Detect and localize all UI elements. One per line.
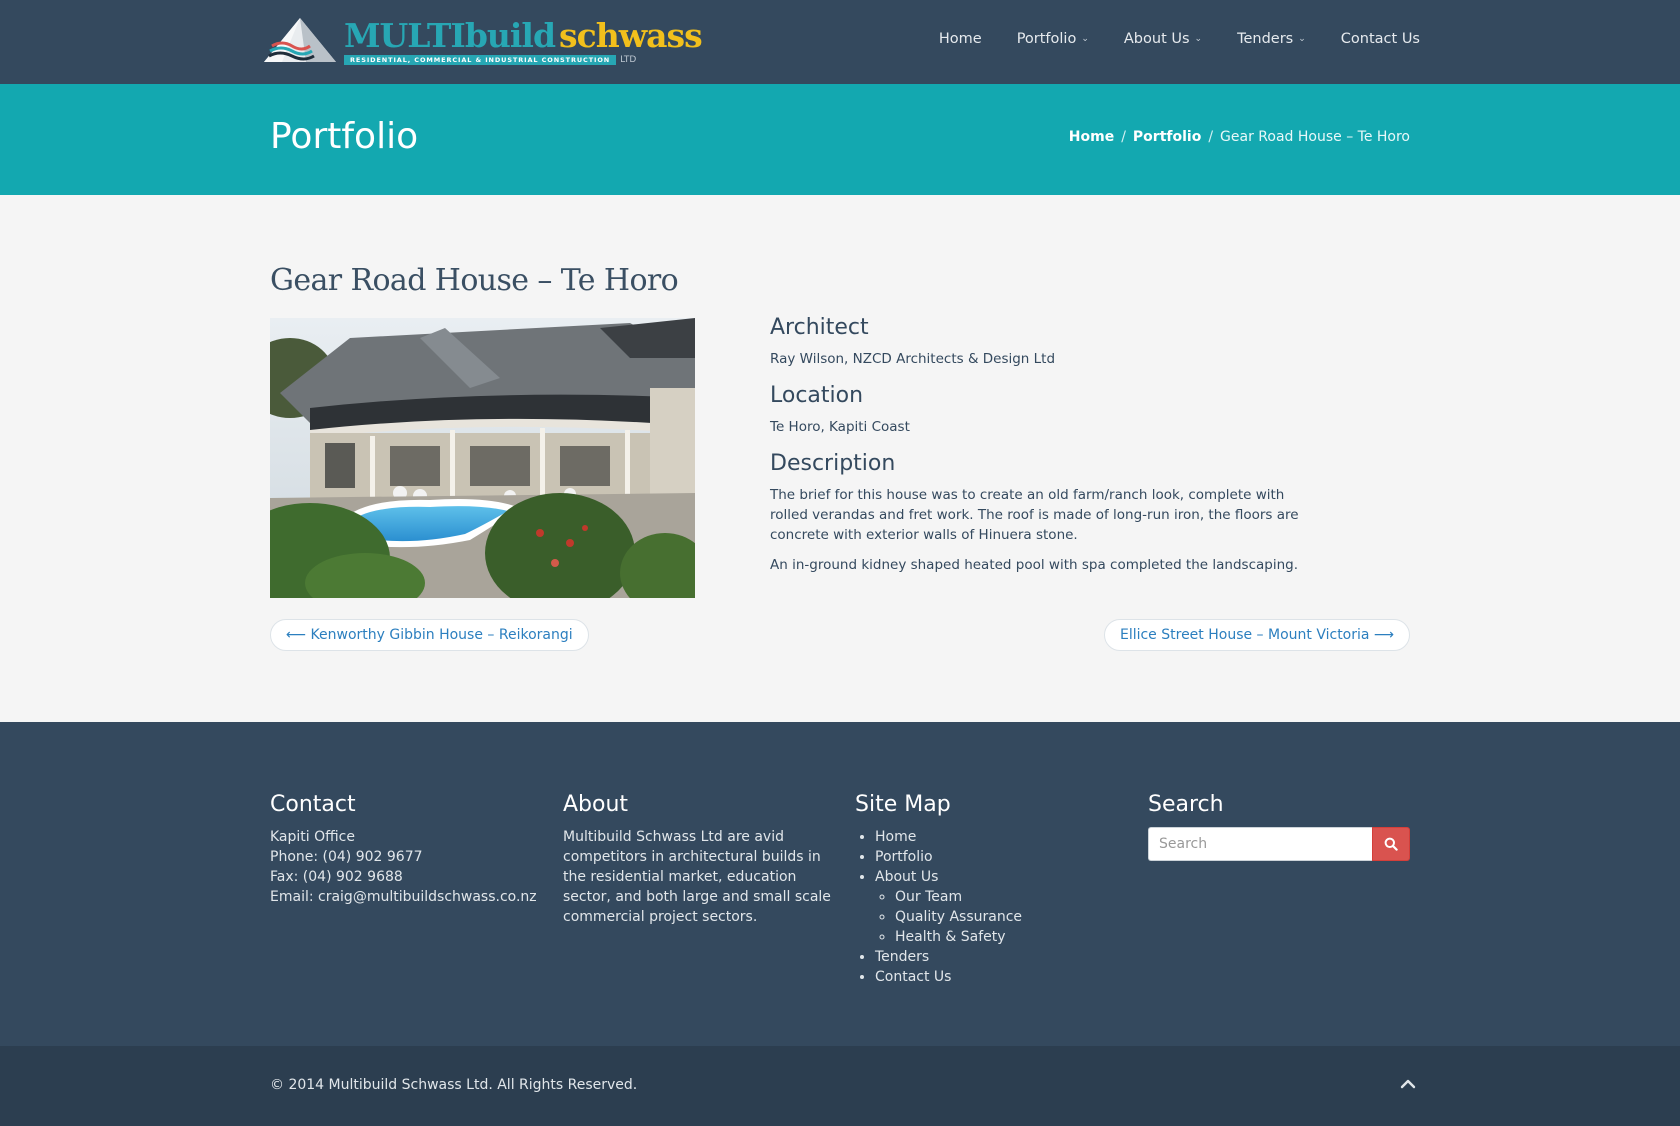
sitemap-sublist: Our Team Quality Assurance Health & Safe… bbox=[875, 887, 1125, 947]
breadcrumb-current: Gear Road House – Te Horo bbox=[1220, 129, 1410, 145]
footer-sitemap: Site Map Home Portfolio About Us Our Tea… bbox=[855, 792, 1125, 987]
sitemap-link-portfolio[interactable]: Portfolio bbox=[875, 847, 1125, 867]
description-paragraph: An in-ground kidney shaped heated pool w… bbox=[770, 557, 1298, 573]
search-button[interactable] bbox=[1372, 827, 1410, 861]
description-heading: Description bbox=[770, 451, 896, 476]
footer-about-text: Multibuild Schwass Ltd are avid competit… bbox=[563, 829, 831, 925]
project-details: Architect Ray Wilson, NZCD Architects & … bbox=[770, 315, 1310, 589]
nav-label: Portfolio bbox=[1016, 31, 1077, 47]
nav-item-tenders[interactable]: Tenders ⌄ bbox=[1237, 31, 1306, 47]
next-project-link[interactable]: Ellice Street House – Mount Victoria ⟶ bbox=[1103, 619, 1410, 651]
footer-contact-heading: Contact bbox=[270, 792, 356, 817]
breadcrumb-separator: / bbox=[1208, 129, 1214, 145]
location-heading: Location bbox=[770, 383, 864, 408]
site-logo[interactable]: MULTIbuild schwass RESIDENTIAL, COMMERCIA… bbox=[262, 16, 703, 66]
contact-office: Kapiti Office bbox=[270, 829, 355, 845]
contact-phone: Phone: (04) 902 9677 bbox=[270, 849, 423, 865]
sitemap-item-about: About Us Our Team Quality Assurance Heal… bbox=[875, 867, 1125, 947]
footer-bottom-bar: © 2014 Multibuild Schwass Ltd. All Right… bbox=[0, 1046, 1680, 1126]
chevron-down-icon: ⌄ bbox=[1194, 34, 1203, 44]
sitemap-link-our-team[interactable]: Our Team bbox=[895, 887, 1125, 907]
location-value: Te Horo, Kapiti Coast bbox=[770, 419, 910, 435]
main-nav: Home Portfolio ⌄ About Us ⌄ Tenders ⌄ Co… bbox=[904, 0, 1420, 78]
nav-label: Tenders bbox=[1237, 31, 1294, 47]
footer-contact: Contact Kapiti Office Phone: (04) 902 96… bbox=[270, 792, 540, 907]
architect-heading: Architect bbox=[770, 315, 869, 340]
sitemap-link-home[interactable]: Home bbox=[875, 827, 1125, 847]
logo-suffix: LTD bbox=[620, 55, 637, 65]
breadcrumb-separator: / bbox=[1121, 129, 1126, 145]
project-photo bbox=[270, 318, 695, 598]
search-icon bbox=[1384, 837, 1398, 851]
sitemap-link-quality[interactable]: Quality Assurance bbox=[895, 907, 1125, 927]
site-header: MULTIbuild schwass RESIDENTIAL, COMMERCIA… bbox=[0, 0, 1680, 84]
chevron-down-icon: ⌄ bbox=[1298, 34, 1306, 44]
copyright-text: © 2014 Multibuild Schwass Ltd. All Right… bbox=[270, 1077, 638, 1093]
nav-item-about-us[interactable]: About Us ⌄ bbox=[1124, 31, 1202, 47]
sitemap-list: Home Portfolio About Us Our Team Quality… bbox=[855, 827, 1125, 987]
previous-project-link[interactable]: ⟵ Kenworthy Gibbin House – Reikorangi bbox=[270, 619, 589, 651]
footer-about-heading: About bbox=[563, 792, 629, 817]
sitemap-link-about[interactable]: About Us bbox=[875, 869, 938, 885]
footer-search-heading: Search bbox=[1148, 792, 1224, 817]
nav-item-home[interactable]: Home bbox=[939, 31, 982, 47]
site-footer: Contact Kapiti Office Phone: (04) 902 96… bbox=[0, 722, 1680, 1046]
nav-label: Home bbox=[938, 31, 982, 47]
chevron-down-icon: ⌄ bbox=[1081, 34, 1089, 44]
sitemap-link-contact[interactable]: Contact Us bbox=[875, 967, 1125, 987]
contact-email[interactable]: Email: craig@multibuildschwass.co.nz bbox=[270, 887, 540, 907]
sitemap-link-health-safety[interactable]: Health & Safety bbox=[895, 927, 1125, 947]
logo-pyramid-icon bbox=[264, 18, 336, 62]
contact-fax: Fax: (04) 902 9688 bbox=[270, 869, 403, 885]
architect-value: Ray Wilson, NZCD Architects & Design Ltd bbox=[770, 351, 1056, 367]
logo-name-part1: MULTIbuild bbox=[344, 16, 556, 55]
search-form bbox=[1148, 827, 1410, 861]
nav-label: Contact Us bbox=[1340, 31, 1420, 47]
description-paragraph: The brief for this house was to create a… bbox=[770, 487, 1299, 543]
nav-item-portfolio[interactable]: Portfolio ⌄ bbox=[1017, 31, 1089, 47]
nav-item-contact-us[interactable]: Contact Us bbox=[1341, 31, 1420, 47]
breadcrumb: Home / Portfolio / Gear Road House – Te … bbox=[1069, 129, 1410, 145]
search-input[interactable] bbox=[1148, 827, 1372, 861]
footer-about: About Multibuild Schwass Ltd are avid co… bbox=[563, 792, 833, 927]
footer-sitemap-heading: Site Map bbox=[855, 792, 951, 817]
chevron-up-icon[interactable] bbox=[1398, 1074, 1418, 1094]
logo-text: MULTIbuild schwass RESIDENTIAL, COMMERCIA… bbox=[344, 16, 703, 65]
footer-search: Search bbox=[1148, 792, 1410, 861]
logo-tagline: RESIDENTIAL, COMMERCIAL & INDUSTRIAL CON… bbox=[344, 55, 617, 65]
nav-label: About Us bbox=[1123, 31, 1190, 47]
breadcrumb-portfolio-link[interactable]: Portfolio bbox=[1133, 129, 1201, 145]
sitemap-link-tenders[interactable]: Tenders bbox=[875, 947, 1125, 967]
breadcrumb-home-link[interactable]: Home bbox=[1069, 129, 1114, 145]
main-content: Gear Road House – Te Horo Architect Ray … bbox=[0, 195, 1680, 722]
page-title: Portfolio bbox=[270, 116, 419, 157]
post-title: Gear Road House – Te Horo bbox=[270, 263, 679, 298]
logo-name-part2: schwass bbox=[559, 16, 703, 55]
page-title-bar: Portfolio Home / Portfolio / Gear Road H… bbox=[0, 84, 1680, 195]
